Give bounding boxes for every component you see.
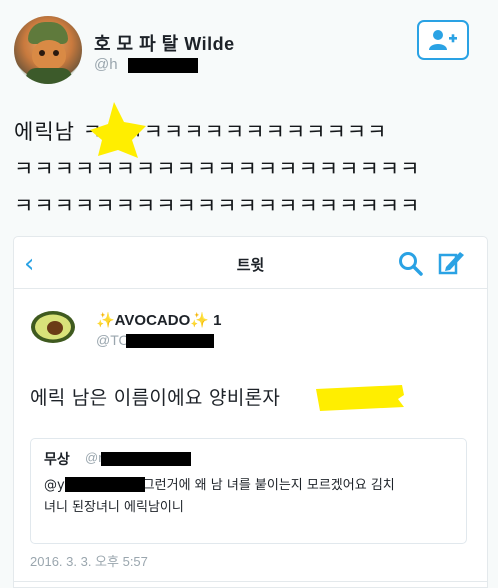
- quoted-author-handle: @r: [85, 450, 103, 465]
- follow-user-icon: [429, 30, 457, 50]
- divider: [14, 581, 487, 582]
- search-icon[interactable]: [398, 251, 424, 277]
- tweet-nav-bar: ‹ 트윗: [14, 237, 487, 289]
- handle-redaction: [101, 452, 191, 466]
- tweet-card: 호 모 파 탈 Wilde @h 에릭남 ㅋㅋㅋㅋㅋㅋㅋㅋㅋㅋㅋㅋㅋㅋㅋ ㅋㅋㅋ…: [0, 0, 498, 588]
- display-name[interactable]: 호 모 파 탈 Wilde: [94, 30, 235, 56]
- embedded-tweet-screenshot: ‹ 트윗 ✨AVOCADO✨ 1 @TO 에릭 남은 이름이에요 양비론자 무상: [13, 236, 488, 588]
- embedded-author-name[interactable]: ✨AVOCADO✨ 1: [96, 311, 221, 329]
- avatar-face: [32, 40, 66, 70]
- embedded-author-handle[interactable]: @TO: [96, 332, 129, 348]
- quoted-author-name: 무상: [44, 452, 70, 468]
- highlight-redaction: [316, 385, 404, 411]
- user-handle[interactable]: @h: [94, 56, 118, 73]
- tweet-line-3: ㅋㅋㅋㅋㅋㅋㅋㅋㅋㅋㅋㅋㅋㅋㅋㅋㅋㅋㅋㅋ: [14, 194, 421, 218]
- handle-redaction: [128, 58, 198, 73]
- quoted-tweet[interactable]: 무상 @r @y 그런거에 왜 남 녀를 붙이는지 모르겠어요 김치 녀니 된장녀…: [30, 438, 467, 544]
- highlight-redaction: [90, 102, 146, 158]
- mention-redaction: [65, 477, 145, 492]
- handle-redaction: [126, 334, 214, 348]
- embedded-tweet-body: 에릭 남은 이름이에요 양비론자: [30, 387, 281, 409]
- avocado-avatar-icon[interactable]: [30, 307, 76, 347]
- tweet-timestamp: 2016. 3. 3. 오후 5:57: [30, 554, 148, 569]
- user-avatar[interactable]: [14, 16, 82, 84]
- follow-button[interactable]: [417, 20, 469, 60]
- compose-icon[interactable]: [438, 249, 466, 277]
